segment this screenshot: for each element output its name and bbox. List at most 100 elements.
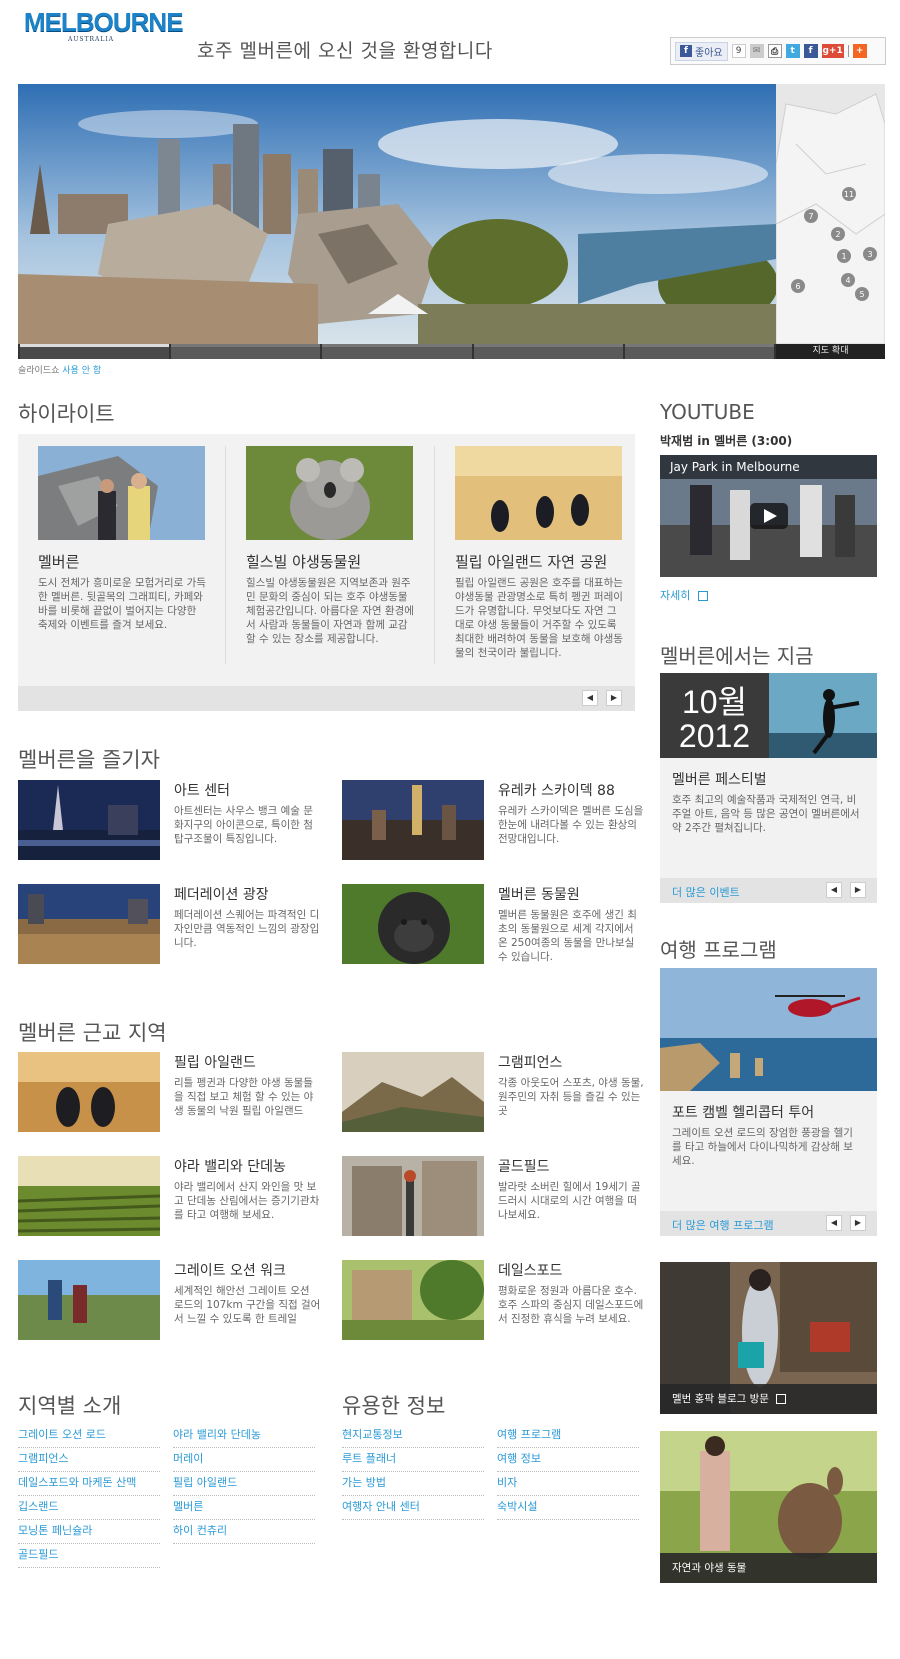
external-link-icon bbox=[697, 591, 708, 601]
info-link[interactable]: 가는 방법 bbox=[342, 1472, 484, 1496]
highlight-title[interactable]: 힐스빌 야생동물원 bbox=[246, 551, 424, 572]
region-link[interactable]: 머레이 bbox=[173, 1448, 315, 1472]
region-link[interactable]: 필립 아일랜드 bbox=[173, 1472, 315, 1496]
suburb-item[interactable]: 필립 아일랜드 리틀 펭귄과 다양한 야생 동물들을 직접 보고 체험 할 수 … bbox=[18, 1052, 318, 1134]
suburb-item[interactable]: 골드필드 발라랏 소버린 힐에서 19세기 골드러시 시대로의 시간 여행을 떠… bbox=[342, 1156, 642, 1238]
now-section-title: 멜버른에서는 지금 bbox=[660, 644, 814, 668]
thumb-goldfields[interactable] bbox=[342, 1156, 484, 1236]
event-month: 10월 bbox=[681, 684, 748, 720]
slide-tab-1[interactable] bbox=[20, 344, 170, 359]
info-link[interactable]: 비자 bbox=[497, 1472, 639, 1496]
highlight-title[interactable]: 멜버른 bbox=[38, 551, 216, 572]
item-title[interactable]: 필립 아일랜드 bbox=[174, 1052, 256, 1072]
item-title[interactable]: 멜버른 동물원 bbox=[498, 884, 580, 904]
slideshow-disable-link[interactable]: 사용 안 함 bbox=[62, 366, 101, 376]
thumb-federation-square[interactable] bbox=[18, 884, 160, 964]
thumb-melbourne-zoo[interactable] bbox=[342, 884, 484, 964]
region-link[interactable]: 데일스포드와 마케돈 산맥 bbox=[18, 1472, 160, 1496]
wildlife-promo-banner[interactable]: 자연과 야생 동물 bbox=[660, 1431, 877, 1583]
item-text: 각종 아웃도어 스포츠, 야생 동물, 원주민의 자취 등을 즐길 수 있는 곳 bbox=[498, 1077, 644, 1117]
info-link[interactable]: 숙박시설 bbox=[497, 1496, 639, 1520]
region-link[interactable]: 멜버른 bbox=[173, 1496, 315, 1520]
event-title[interactable]: 멜버른 페스티벌 bbox=[672, 769, 767, 789]
next-arrow-icon[interactable]: ▶ bbox=[850, 1215, 866, 1231]
enjoy-item[interactable]: 유레카 스카이덱 88 유레카 스카이덱은 멜버른 도심을 한눈에 내려다볼 수… bbox=[342, 780, 643, 862]
item-title[interactable]: 유레카 스카이덱 88 bbox=[498, 780, 615, 800]
more-events-link[interactable]: 더 많은 이벤트 bbox=[672, 884, 740, 900]
highlight-card[interactable]: 필립 아일랜드 자연 공원 필립 아일랜드 공원은 호주를 대표하는 야생동물 … bbox=[453, 446, 633, 660]
email-icon[interactable]: ✉ bbox=[749, 44, 764, 58]
region-link[interactable]: 모닝톤 페닌슐라 bbox=[18, 1520, 160, 1544]
event-year: 2012 bbox=[678, 718, 751, 754]
highlight-image-melbourne[interactable] bbox=[38, 446, 205, 540]
thumb-eureka-skydeck[interactable] bbox=[342, 780, 484, 860]
slide-tab-4[interactable] bbox=[473, 344, 623, 359]
enjoy-item[interactable]: 아트 센터 아트센터는 사우스 뱅크 예술 문화지구의 아이콘으로, 특이한 첨… bbox=[18, 780, 318, 862]
thumb-daylesford[interactable] bbox=[342, 1260, 484, 1340]
item-title[interactable]: 야라 밸리와 단데농 bbox=[174, 1156, 286, 1176]
info-link[interactable]: 루트 플래너 bbox=[342, 1448, 484, 1472]
item-title[interactable]: 페더레이션 광장 bbox=[174, 884, 269, 904]
region-link[interactable]: 그레이트 오션 로드 bbox=[18, 1424, 160, 1448]
item-text: 발라랏 소버린 힐에서 19세기 골드러시 시대로의 시간 여행을 떠나보세요. bbox=[498, 1181, 641, 1221]
print-icon[interactable]: ⎙ bbox=[767, 44, 782, 58]
hero-map-panel[interactable]: 11 7 2 1 3 4 6 5 bbox=[775, 84, 885, 345]
region-link[interactable]: 그램피언스 bbox=[18, 1448, 160, 1472]
prev-arrow-icon[interactable]: ◀ bbox=[826, 882, 842, 898]
prev-arrow-icon[interactable]: ◀ bbox=[826, 1215, 842, 1231]
slide-tabs bbox=[18, 344, 776, 359]
thumb-yarra-valley[interactable] bbox=[18, 1156, 160, 1236]
item-title[interactable]: 그램피언스 bbox=[498, 1052, 562, 1072]
map-zoom-button[interactable]: 지도 확대 bbox=[776, 344, 885, 359]
highlight-title[interactable]: 필립 아일랜드 자연 공원 bbox=[455, 551, 633, 572]
info-link[interactable]: 현지교통정보 bbox=[342, 1424, 484, 1448]
info-title: 유용한 정보 bbox=[342, 1394, 446, 1418]
google-plus-icon[interactable]: g+1 bbox=[821, 44, 844, 58]
highlight-image-penguins[interactable] bbox=[455, 446, 622, 540]
addthis-plus-icon[interactable]: + bbox=[852, 44, 867, 58]
melbourne-logo[interactable]: MELBOURNE AUSTRALIA bbox=[24, 8, 184, 50]
enjoy-item[interactable]: 페더레이션 광장 페더레이션 스퀘어는 파격적인 디자인만큼 역동적인 느낌의 … bbox=[18, 884, 319, 966]
region-link[interactable]: 야라 밸리와 단데농 bbox=[173, 1424, 315, 1448]
slide-tab-5[interactable] bbox=[624, 344, 775, 359]
item-title[interactable]: 아트 센터 bbox=[174, 780, 230, 800]
slide-tab-2[interactable] bbox=[171, 344, 321, 359]
item-title[interactable]: 그레이트 오션 워크 bbox=[174, 1260, 286, 1280]
helicopter-photo[interactable] bbox=[660, 968, 877, 1091]
thumb-great-ocean-walk[interactable] bbox=[18, 1260, 160, 1340]
slide-tab-3[interactable] bbox=[322, 344, 472, 359]
highlight-card[interactable]: 힐스빌 야생동물원 힐스빌 야생동물원은 지역보존과 원주민 문화의 중심이 되… bbox=[244, 446, 424, 646]
suburb-item[interactable]: 데일스포드 평화로운 정원과 아름다운 호수. 호주 스파의 중심지 데일스포드… bbox=[342, 1260, 643, 1342]
region-link[interactable]: 깁스랜드 bbox=[18, 1496, 160, 1520]
info-link[interactable]: 여행자 안내 센터 bbox=[342, 1496, 484, 1520]
suburb-item[interactable]: 그레이트 오션 워크 세계적인 해안선 그레이트 오션 로드의 107km 구간… bbox=[18, 1260, 320, 1342]
item-text: 리틀 펭귄과 다양한 야생 동물들을 직접 보고 체험 할 수 있는 야생 동물… bbox=[174, 1077, 314, 1117]
highlight-card[interactable]: 멜버른 도시 전체가 흥미로운 모험거리로 가득한 멜버른. 뒷골목의 그래피티… bbox=[36, 446, 216, 632]
highlight-image-koala[interactable] bbox=[246, 446, 413, 540]
suburb-item[interactable]: 야라 밸리와 단데농 야라 밸리에서 산지 와인을 맛 보고 단데농 산림에서는… bbox=[18, 1156, 319, 1238]
info-link[interactable]: 여행 정보 bbox=[497, 1448, 639, 1472]
prev-arrow-icon[interactable]: ◀ bbox=[582, 690, 598, 706]
youtube-more-link[interactable]: 자세히 bbox=[660, 587, 708, 603]
thumb-arts-centre[interactable] bbox=[18, 780, 160, 860]
blog-promo-banner[interactable]: 멜번 홍팍 블로그 방문 bbox=[660, 1262, 877, 1414]
next-arrow-icon[interactable]: ▶ bbox=[850, 882, 866, 898]
twitter-icon[interactable]: t bbox=[785, 44, 800, 58]
suburb-item[interactable]: 그램피언스 각종 아웃도어 스포츠, 야생 동물, 원주민의 자취 등을 즐길 … bbox=[342, 1052, 644, 1134]
region-link[interactable]: 하이 컨츄리 bbox=[173, 1520, 315, 1544]
youtube-video-player[interactable]: Jay Park in Melbourne bbox=[660, 455, 877, 577]
more-trips-link[interactable]: 더 많은 여행 프로그램 bbox=[672, 1217, 774, 1233]
region-link[interactable]: 골드필드 bbox=[18, 1544, 160, 1568]
event-photo[interactable] bbox=[769, 673, 877, 758]
info-link[interactable]: 여행 프로그램 bbox=[497, 1424, 639, 1448]
thumb-grampians[interactable] bbox=[342, 1052, 484, 1132]
enjoy-item[interactable]: 멜버른 동물원 멜버른 동물원은 호주에 생긴 최초의 동물원으로 세계 각지에… bbox=[342, 884, 642, 966]
trip-item-title[interactable]: 포트 캠벨 헬리콥터 투어 bbox=[672, 1102, 814, 1122]
item-title[interactable]: 데일스포드 bbox=[498, 1260, 562, 1280]
thumb-phillip-island[interactable] bbox=[18, 1052, 160, 1132]
hero-city-photo[interactable] bbox=[18, 84, 776, 344]
next-arrow-icon[interactable]: ▶ bbox=[606, 690, 622, 706]
item-title[interactable]: 골드필드 bbox=[498, 1156, 550, 1176]
facebook-share-icon[interactable]: f bbox=[803, 44, 818, 58]
facebook-like-button[interactable]: f 좋아요 bbox=[675, 41, 728, 61]
